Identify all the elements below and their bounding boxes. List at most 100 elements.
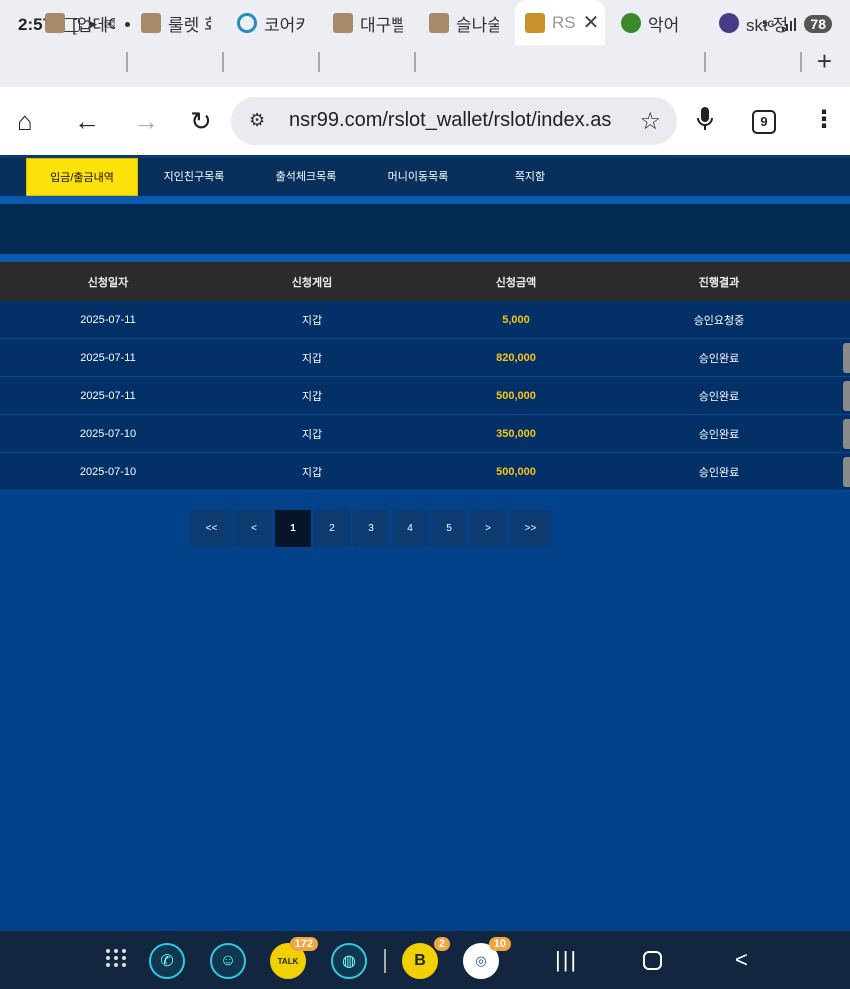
forward-icon[interactable]: → bbox=[133, 108, 159, 134]
app-drawer-icon[interactable] bbox=[106, 949, 127, 967]
menu-friends-list[interactable]: 지인친구목록 bbox=[138, 158, 250, 196]
page-content: 입금/출금내역 지인친구목록 출석체크목록 머니이동목록 쪽지함 신청일자 신청… bbox=[0, 155, 850, 931]
table-row: 2025-07-11 지갑 5,000 승인요청중 bbox=[0, 301, 850, 339]
menu-kebab-icon[interactable]: ⋮ bbox=[812, 105, 836, 134]
android-navigation-bar: ✆ ☺ TALK 172 ◍ B 2 ◎ 10 ||| < bbox=[0, 931, 850, 989]
header-amount: 신청금액 bbox=[495, 276, 537, 289]
coin-app-icon[interactable]: ◎ 10 bbox=[463, 937, 511, 979]
page-3-button[interactable]: 3 bbox=[353, 510, 389, 547]
row-game: 지갑 bbox=[301, 314, 323, 327]
page-4-button[interactable]: 4 bbox=[392, 510, 428, 547]
history-menu: 입금/출금내역 지인친구목록 출석체크목록 머니이동목록 쪽지함 bbox=[0, 158, 850, 196]
browser-tab-4[interactable]: 대구빨 bbox=[333, 6, 403, 40]
messenger-app-icon[interactable]: ☺ bbox=[210, 943, 246, 979]
row-status: 승인요청중 bbox=[693, 314, 745, 327]
browser-tab-2[interactable]: 룰렛 회 bbox=[141, 6, 211, 40]
page-5-button[interactable]: 5 bbox=[431, 510, 467, 547]
browser-tab-7[interactable]: 악어 bbox=[621, 6, 691, 40]
page-prev-button[interactable]: < bbox=[236, 510, 272, 547]
browser-tab-8[interactable]: skt 정 bbox=[719, 6, 795, 40]
tab-favicon-icon bbox=[429, 13, 449, 33]
browser-app-icon[interactable]: ◍ bbox=[331, 943, 367, 979]
row-status: 승인완료 bbox=[698, 466, 740, 479]
tab-strip bbox=[0, 42, 850, 87]
row-date: 2025-07-11 bbox=[80, 351, 136, 364]
row-date: 2025-07-11 bbox=[80, 389, 136, 402]
home-icon[interactable]: ⌂ bbox=[17, 108, 33, 134]
close-tab-icon[interactable]: ✕ bbox=[583, 10, 600, 35]
row-amount: 350,000 bbox=[496, 427, 536, 440]
tab-favicon-icon bbox=[141, 13, 161, 33]
tab-favicon-icon bbox=[621, 13, 641, 33]
table-row: 2025-07-10 지갑 350,000 승인완료 bbox=[0, 415, 850, 453]
browser-tab-5[interactable]: 슬나술 bbox=[429, 6, 499, 40]
browser-tab-3[interactable]: 코어키 bbox=[237, 6, 307, 40]
table-row: 2025-07-11 지갑 500,000 승인완료 bbox=[0, 377, 850, 415]
page-2-button[interactable]: 2 bbox=[314, 510, 350, 547]
browser-tab-active[interactable]: RS ✕ bbox=[515, 0, 605, 45]
header-status: 진행결과 bbox=[698, 276, 740, 289]
microphone-icon[interactable] bbox=[697, 107, 713, 137]
pagination: << < 1 2 3 4 5 > >> bbox=[190, 510, 552, 547]
banner-area bbox=[0, 204, 850, 254]
page-1-button[interactable]: 1 bbox=[275, 510, 311, 547]
menu-money-transfer-list[interactable]: 머니이동목록 bbox=[362, 158, 474, 196]
back-icon[interactable]: ← bbox=[74, 108, 100, 134]
menu-message-box[interactable]: 쪽지함 bbox=[474, 158, 586, 196]
menu-deposit-withdraw-history[interactable]: 입금/출금내역 bbox=[26, 158, 138, 196]
url-bar[interactable]: ⚙ nsr99.com/rslot_wallet/rslot/index.as … bbox=[231, 97, 677, 145]
b-app-badge: 2 bbox=[433, 937, 450, 951]
talk-badge: 172 bbox=[289, 937, 318, 951]
row-status: 승인완료 bbox=[698, 352, 740, 365]
row-date: 2025-07-10 bbox=[79, 465, 137, 478]
row-date: 2025-07-10 bbox=[79, 427, 137, 440]
kakaotalk-app-icon[interactable]: TALK 172 bbox=[270, 937, 318, 979]
row-amount: 500,000 bbox=[496, 389, 536, 402]
browser-tab-1[interactable]: [업데이 bbox=[45, 6, 115, 40]
page-next-button[interactable]: > bbox=[470, 510, 506, 547]
more-notifications-icon bbox=[125, 22, 131, 27]
header-game: 신청게임 bbox=[291, 276, 333, 289]
tab-favicon-icon bbox=[525, 12, 545, 33]
home-button-icon[interactable] bbox=[643, 951, 662, 970]
tab-favicon-icon bbox=[333, 13, 353, 33]
header-date: 신청일자 bbox=[87, 276, 129, 289]
menu-attendance-list[interactable]: 출석체크목록 bbox=[250, 158, 362, 196]
battery-indicator: 78 bbox=[804, 15, 832, 33]
phone-app-icon[interactable]: ✆ bbox=[149, 943, 185, 979]
tab-favicon-icon bbox=[719, 13, 739, 33]
new-tab-icon[interactable]: + bbox=[817, 46, 832, 77]
row-amount: 820,000 bbox=[496, 351, 536, 364]
table-header: 신청일자 신청게임 신청금액 진행결과 bbox=[0, 262, 850, 301]
row-amount: 5,000 bbox=[502, 313, 530, 326]
row-status: 승인완료 bbox=[698, 390, 740, 403]
row-game: 지갑 bbox=[301, 428, 323, 441]
row-amount: 500,000 bbox=[496, 465, 536, 478]
tab-switcher-button[interactable]: 9 bbox=[752, 110, 776, 134]
url-text[interactable]: nsr99.com/rslot_wallet/rslot/index.as bbox=[289, 109, 619, 132]
row-date: 2025-07-11 bbox=[80, 313, 136, 326]
tab-favicon-icon bbox=[237, 13, 257, 33]
side-handle[interactable] bbox=[843, 343, 850, 373]
address-bar: ⌂ ← → ↻ ⚙ nsr99.com/rslot_wallet/rslot/i… bbox=[0, 87, 850, 155]
reload-icon[interactable]: ↻ bbox=[190, 108, 212, 134]
side-handle[interactable] bbox=[843, 381, 850, 411]
side-handle[interactable] bbox=[843, 457, 850, 487]
b-app-icon[interactable]: B 2 bbox=[402, 937, 450, 979]
row-game: 지갑 bbox=[301, 390, 323, 403]
row-game: 지갑 bbox=[301, 352, 323, 365]
table-row: 2025-07-10 지갑 500,000 승인완료 bbox=[0, 453, 850, 491]
site-settings-icon[interactable]: ⚙ bbox=[249, 110, 265, 131]
side-handle[interactable] bbox=[843, 419, 850, 449]
tab-favicon-icon bbox=[45, 13, 65, 33]
page-first-button[interactable]: << bbox=[190, 510, 233, 547]
table-row: 2025-07-11 지갑 820,000 승인완료 bbox=[0, 339, 850, 377]
row-game: 지갑 bbox=[301, 466, 323, 479]
coin-app-badge: 10 bbox=[488, 937, 511, 951]
page-last-button[interactable]: >> bbox=[509, 510, 552, 547]
history-table: 신청일자 신청게임 신청금액 진행결과 2025-07-11 지갑 5,000 … bbox=[0, 262, 850, 491]
back-nav-icon[interactable]: < bbox=[735, 947, 748, 973]
recent-apps-icon[interactable]: ||| bbox=[555, 947, 578, 973]
row-status: 승인완료 bbox=[698, 428, 740, 441]
bookmark-star-icon[interactable]: ☆ bbox=[639, 107, 661, 136]
